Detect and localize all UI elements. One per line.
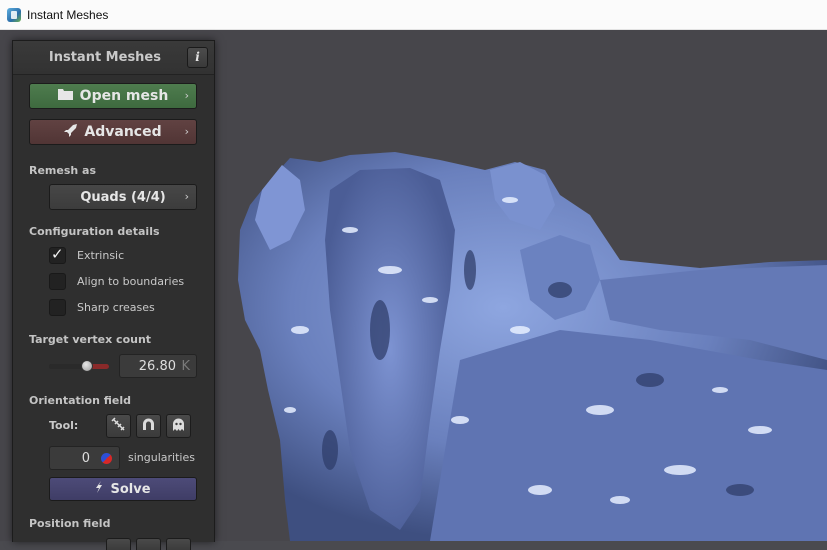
rocket-icon bbox=[64, 123, 78, 141]
sharp-creases-label: Sharp creases bbox=[77, 300, 155, 314]
vertex-count-unit: K bbox=[181, 359, 190, 374]
window-title: Instant Meshes bbox=[27, 7, 109, 22]
advanced-label: Advanced bbox=[84, 124, 162, 140]
magnet-tool-button[interactable] bbox=[136, 414, 161, 438]
chevron-right-icon: › bbox=[184, 89, 189, 102]
remesh-as-label: Remesh as bbox=[29, 164, 97, 177]
align-boundaries-checkbox[interactable] bbox=[49, 272, 66, 290]
lightning-icon bbox=[95, 481, 103, 497]
comb-icon bbox=[111, 416, 126, 436]
extrinsic-label: Extrinsic bbox=[77, 248, 125, 262]
chevron-right-icon: › bbox=[184, 190, 189, 203]
solve-button[interactable]: Solve bbox=[49, 477, 197, 501]
position-tool-button-2[interactable] bbox=[136, 538, 161, 550]
ghost-tool-button[interactable] bbox=[166, 414, 191, 438]
orientation-field-label: Orientation field bbox=[29, 394, 132, 407]
singularities-label: singularities bbox=[128, 451, 195, 464]
advanced-button[interactable]: Advanced › bbox=[29, 119, 197, 145]
position-tool-button-3[interactable] bbox=[166, 538, 191, 550]
remesh-mode-button[interactable]: Quads (4/4) › bbox=[49, 184, 197, 210]
info-button[interactable]: i bbox=[187, 47, 208, 68]
singularity-color-icon bbox=[101, 453, 112, 464]
sharp-creases-checkbox[interactable] bbox=[49, 298, 66, 316]
magnet-icon bbox=[141, 417, 156, 436]
align-boundaries-label: Align to boundaries bbox=[77, 274, 185, 288]
position-tool-button-1[interactable] bbox=[106, 538, 131, 550]
checkmark-icon: ✓ bbox=[51, 244, 64, 263]
open-mesh-button[interactable]: Open mesh › bbox=[29, 83, 197, 109]
folder-icon bbox=[57, 88, 73, 104]
configuration-details-label: Configuration details bbox=[29, 225, 160, 238]
target-vertex-count-label: Target vertex count bbox=[29, 333, 152, 346]
solve-label: Solve bbox=[110, 481, 151, 497]
vertex-count-value: 26.80 bbox=[138, 359, 176, 374]
vertex-count-slider[interactable] bbox=[49, 360, 109, 372]
position-field-label: Position field bbox=[29, 517, 111, 530]
ghost-icon bbox=[171, 417, 186, 436]
open-mesh-label: Open mesh bbox=[79, 88, 169, 104]
vertex-count-field[interactable]: 26.80 K bbox=[119, 354, 197, 378]
panel-title: Instant Meshes bbox=[48, 50, 161, 65]
sharp-creases-option[interactable]: Sharp creases bbox=[49, 297, 155, 317]
control-panel: Instant Meshes i Open mesh › Advanced › … bbox=[12, 40, 215, 550]
panel-header[interactable]: Instant Meshes i bbox=[13, 41, 214, 75]
singularities-value: 0 bbox=[81, 451, 90, 466]
slider-knob[interactable] bbox=[81, 360, 93, 372]
app-icon bbox=[7, 7, 21, 22]
extrinsic-checkbox[interactable]: ✓ bbox=[49, 244, 66, 264]
tool-label: Tool: bbox=[49, 419, 79, 432]
chevron-right-icon: › bbox=[184, 125, 189, 138]
window-titlebar: Instant Meshes bbox=[0, 0, 827, 30]
remesh-mode-value: Quads (4/4) bbox=[80, 189, 166, 205]
align-boundaries-option[interactable]: Align to boundaries bbox=[49, 271, 184, 291]
extrinsic-option[interactable]: ✓ Extrinsic bbox=[49, 245, 124, 265]
comb-tool-button[interactable] bbox=[106, 414, 131, 438]
singularities-field[interactable]: 0 bbox=[49, 446, 120, 470]
